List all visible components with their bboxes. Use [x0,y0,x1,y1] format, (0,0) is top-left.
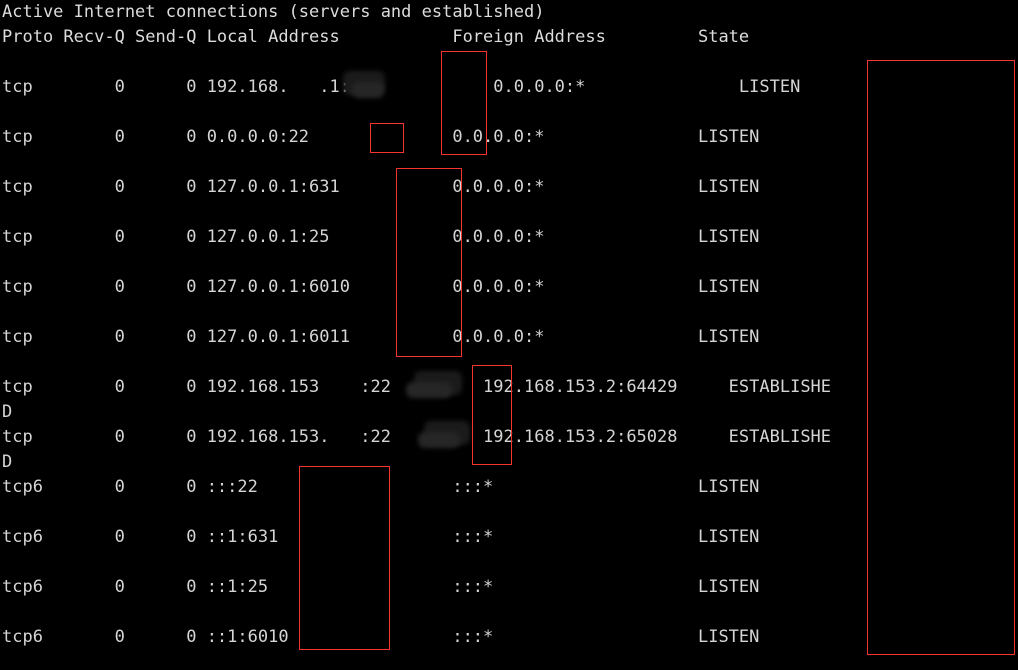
table-row: tcp 0 0 192.168.153. :22 192.168.153.2:6… [2,427,832,447]
table-row: tcp6 0 0 ::1:6010 :::* LISTEN [2,627,760,647]
table-row: tcp 0 0 127.0.0.1:6010 0.0.0.0:* LISTEN [2,277,760,297]
terminal-title-line: Active Internet connections (servers and… [2,2,545,22]
table-row: tcp6 0 0 ::1:631 :::* LISTEN [2,527,760,547]
table-row: tcp 0 0 127.0.0.1:6011 0.0.0.0:* LISTEN [2,327,760,347]
highlight-box-state-column [867,60,1015,655]
terminal-window[interactable]: Active Internet connections (servers and… [0,0,1018,670]
table-row: tcp6 0 0 ::1:25 :::* LISTEN [2,577,760,597]
table-row: tcp 0 0 192.168. .1:53 0.0.0.0:* LISTEN [2,77,801,97]
table-row: tcp 0 0 127.0.0.1:631 0.0.0.0:* LISTEN [2,177,760,197]
terminal-column-header: Proto Recv-Q Send-Q Local Address Foreig… [2,27,750,47]
table-row-wrap-continuation: D [2,402,13,422]
table-row: tcp6 0 0 :::22 :::* LISTEN [2,477,760,497]
table-row-wrap-continuation: D [2,452,13,472]
table-row: tcp 0 0 192.168.153 :22 192.168.153.2:64… [2,377,832,397]
table-row: tcp 0 0 0.0.0.0:22 0.0.0.0:* LISTEN [2,127,760,147]
table-row: tcp 0 0 127.0.0.1:25 0.0.0.0:* LISTEN [2,227,760,247]
